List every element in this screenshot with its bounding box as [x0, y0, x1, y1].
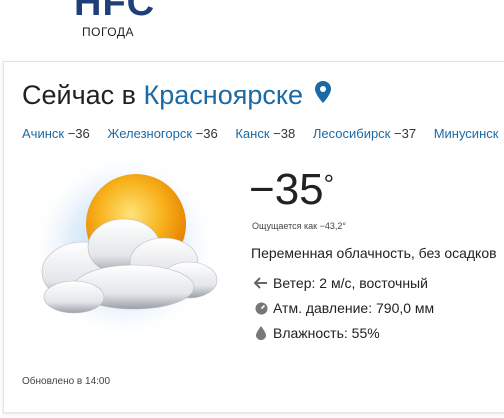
droplet-icon	[253, 325, 269, 341]
site-header: HFC ПОГОДА	[0, 0, 504, 60]
nearby-city-link[interactable]: Железногорск −36	[107, 126, 217, 141]
logo-subtitle: ПОГОДА	[82, 25, 134, 39]
page-title: Сейчас в Красноярске	[22, 80, 331, 111]
humidity-row: Влажность: 55%	[253, 325, 380, 341]
nearby-city-link[interactable]: Лесосибирск −37	[313, 126, 416, 141]
feels-like: Ощущается как −43,2°	[252, 221, 346, 231]
current-weather-card: Сейчас в Красноярске Ачинск −36 Железног…	[3, 61, 504, 413]
title-prefix: Сейчас в	[22, 80, 137, 110]
nearby-city-link[interactable]: Минусинск	[434, 126, 499, 141]
nearby-cities: Ачинск −36 Железногорск −36 Канск −38 Ле…	[22, 126, 504, 141]
current-temperature: −35°	[249, 165, 335, 214]
city-link[interactable]: Красноярске	[144, 80, 303, 110]
location-pin-icon[interactable]	[314, 79, 331, 110]
pressure-row: Атм. давление: 790,0 мм	[253, 300, 434, 316]
partly-cloudy-icon	[24, 152, 224, 342]
site-logo[interactable]: HFC	[74, 0, 155, 25]
nearby-city-link[interactable]: Канск −38	[235, 126, 295, 141]
nearby-city-link[interactable]: Ачинск −36	[22, 126, 90, 141]
wind-arrow-icon	[253, 275, 269, 291]
weather-description: Переменная облачность, без осадков	[251, 245, 497, 261]
wind-row: Ветер: 2 м/с, восточный	[253, 275, 428, 291]
gauge-icon	[253, 300, 269, 316]
updated-time: Обновлено в 14:00	[22, 376, 111, 387]
